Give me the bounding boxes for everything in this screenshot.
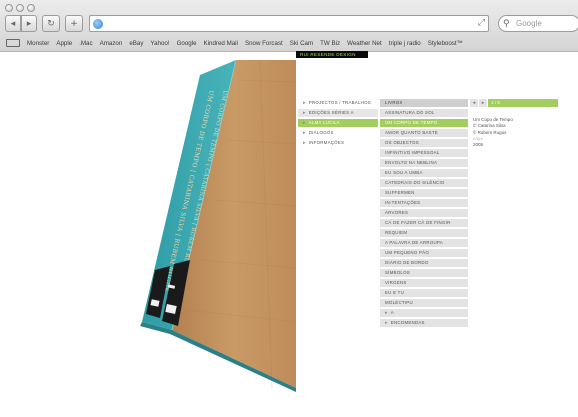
title-menu-item[interactable]: A PALAVRA DE ARROUPA — [380, 239, 468, 247]
globe-icon — [93, 19, 103, 29]
reload-icon: ↻ — [47, 18, 55, 29]
window-controls — [5, 4, 35, 12]
title-menu-item[interactable]: LIVROS — [380, 99, 468, 107]
forward-button[interactable]: ▸ — [21, 15, 37, 32]
bookmark-item[interactable]: triple j radio — [389, 40, 421, 47]
bookmark-item[interactable]: Amazon — [100, 40, 123, 47]
title-menu-item[interactable]: MOLÉCTIPU — [380, 299, 468, 307]
title-menu-item[interactable]: UM CORPO DE TEMPO — [380, 119, 468, 127]
book-illustration: UM CORPO DE TEMPO | CATARINA SILVA | RUB… — [140, 59, 297, 392]
next-arrow-icon[interactable]: ▸ — [479, 99, 487, 107]
main-menu-item[interactable]: INFORMAÇÕES — [298, 139, 378, 147]
prev-arrow-icon[interactable]: ◂ — [470, 99, 478, 107]
close-window-button[interactable] — [5, 4, 13, 12]
bookmark-item[interactable]: Yahoo! — [150, 40, 169, 47]
zoom-window-button[interactable] — [27, 4, 35, 12]
main-menu: PROJECTOS / TRABALHOS EDIÇÕES SÉRIES A ALM… — [298, 99, 378, 147]
bookmark-item[interactable]: Apple — [56, 40, 72, 47]
bookmark-item[interactable]: .Mac — [79, 40, 92, 47]
main-menu-item[interactable]: ALMA LUCILA — [298, 119, 378, 127]
main-menu-item[interactable]: PROJECTOS / TRABALHOS — [298, 99, 378, 107]
detail-panel: ◂ ▸ 1 / 5 Um Copo de Tempo © Catarina Sil… — [470, 99, 558, 148]
main-menu-item[interactable]: EDIÇÕES SÉRIES A — [298, 109, 378, 117]
book-cover — [172, 60, 296, 388]
back-button[interactable]: ◂ — [5, 15, 21, 32]
spine-edge — [171, 59, 237, 331]
title-menu-item[interactable]: UM PEQUENO PÃO — [380, 249, 468, 257]
reload-button[interactable]: ↻ — [42, 15, 60, 32]
bookmark-item[interactable]: eBay — [129, 40, 143, 47]
bookmark-item[interactable]: Google — [177, 40, 197, 47]
title-menu-item[interactable]: SUFFERMEN — [380, 189, 468, 197]
minimize-window-button[interactable] — [16, 4, 24, 12]
plus-icon: + — [70, 18, 78, 29]
page-indicator: 1 / 5 — [488, 99, 558, 107]
title-menu-item[interactable]: SÍMBOLOS — [380, 269, 468, 277]
bookmark-item[interactable]: Kindred Mail — [204, 40, 238, 47]
browser-chrome: ◂ ▸ ↻ + ⤢ ⚲ Google Monster Apple .Mac Amazo… — [0, 0, 578, 52]
site-logo[interactable]: RUI RESENDE DESIGN — [296, 51, 368, 58]
detail-line: 2005 — [473, 142, 484, 148]
pager: ◂ ▸ 1 / 5 — [470, 99, 558, 107]
search-field[interactable]: ⚲ Google — [498, 15, 578, 32]
title-menu-item[interactable]: VIRGENS — [380, 279, 468, 287]
title-menu-item[interactable]: DIÁRIO DE BORDO — [380, 259, 468, 267]
address-bar[interactable]: ⤢ — [89, 15, 489, 32]
forward-icon: ▸ — [26, 18, 32, 29]
book-spine — [142, 60, 236, 330]
book-details: Um Copo de Tempo © Catarina Silva © Rubem … — [470, 117, 558, 148]
snapback-icon[interactable]: ⤢ — [478, 18, 485, 28]
spine-title-1: UM CORPO DE TEMPO | CATARINA SILVA | RUB… — [162, 90, 215, 293]
browser-toolbar: ◂ ▸ ↻ + ⤢ ⚲ Google — [5, 15, 578, 33]
title-menu-item[interactable]: CATEDRAIS DO SILÊNCIO — [380, 179, 468, 187]
back-icon: ◂ — [10, 18, 16, 29]
title-menu-item[interactable]: CÁ DE FAZER CÁ DE FINGIR — [380, 219, 468, 227]
title-menu-item[interactable]: EU E TU — [380, 289, 468, 297]
title-menu-item[interactable]: IN-TENTAÇÕES — [380, 199, 468, 207]
search-placeholder: Google — [516, 19, 542, 28]
title-menu-item[interactable]: INFINITIVO IMPESSOAL — [380, 149, 468, 157]
bookmark-item[interactable]: Monster — [27, 40, 49, 47]
spine-title-2: UM CORPO DE TEMPO | CATARINA SILVA | RUB… — [179, 90, 228, 277]
bookmarks-bar: Monster Apple .Mac Amazon eBay Yahoo! Google Ki… — [6, 37, 574, 49]
bookmark-item[interactable]: Styleboost™ — [428, 40, 463, 47]
title-menu-item[interactable]: EU SOU A UMBA — [380, 169, 468, 177]
title-menu-item[interactable]: OS OBJECTOS — [380, 139, 468, 147]
cover-texture — [185, 59, 297, 389]
title-menu-item[interactable]: AMOR QUANTO BASTE — [380, 129, 468, 137]
bookmarks-book-icon[interactable] — [6, 39, 20, 47]
title-menu-item[interactable]: ÁRVORES — [380, 209, 468, 217]
title-menu-item[interactable]: ENCOMENDAS — [380, 319, 468, 327]
spine-label-1 — [146, 266, 170, 318]
search-icon: ⚲ — [503, 18, 510, 28]
book-bottom-edge — [140, 322, 296, 392]
bookmark-item[interactable]: Snow Forcast — [245, 40, 283, 47]
spine-label-2 — [162, 260, 190, 326]
title-menu-item[interactable]: A — [380, 309, 468, 317]
title-menu-item[interactable]: REQUIEM — [380, 229, 468, 237]
main-menu-item[interactable]: DIÁLOGOS — [298, 129, 378, 137]
book-photo: UM CORPO DE TEMPO | CATARINA SILVA | RUB… — [0, 0, 578, 417]
title-menu-item[interactable]: ASSINATURA DO SOL — [380, 109, 468, 117]
titles-menu: LIVROS ASSINATURA DO SOL UM CORPO DE TEMPO… — [380, 99, 468, 327]
bookmark-item[interactable]: Weather Net — [347, 40, 382, 47]
spine-label-marks — [150, 284, 177, 314]
bookmark-item[interactable]: TW Biz — [320, 40, 340, 47]
add-bookmark-button[interactable]: + — [65, 15, 83, 32]
bookmark-item[interactable]: Ski Cam — [290, 40, 313, 47]
title-menu-item[interactable]: ENVOLTO NA NEBLINA — [380, 159, 468, 167]
